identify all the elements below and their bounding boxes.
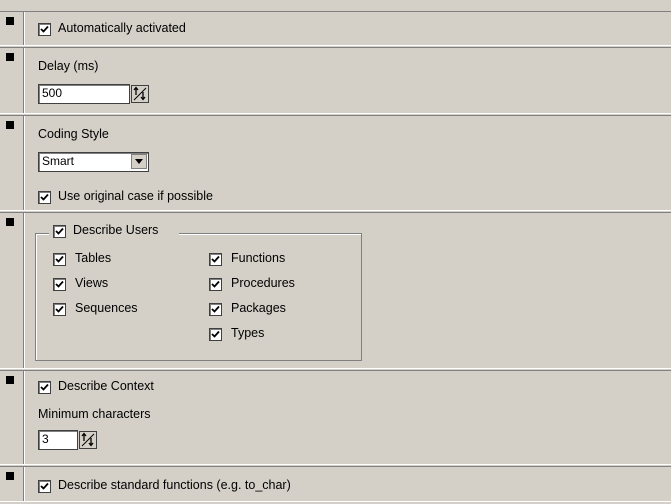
auto-activated-checkbox[interactable] [38, 23, 51, 36]
views-label[interactable]: Views [75, 276, 108, 291]
tables-checkbox[interactable] [53, 253, 66, 266]
min-chars-input[interactable]: 3 [38, 430, 78, 450]
views-checkbox[interactable] [53, 278, 66, 291]
delay-input[interactable]: 500 [38, 84, 130, 104]
procedures-checkbox[interactable] [209, 278, 222, 291]
types-checkbox[interactable] [209, 328, 222, 341]
functions-checkbox[interactable] [209, 253, 222, 266]
spin-arrows-icon [133, 86, 147, 101]
describe-context-checkbox[interactable] [38, 381, 51, 394]
min-chars-spin-button[interactable] [79, 431, 97, 449]
use-original-case-label[interactable]: Use original case if possible [58, 189, 213, 204]
section-auto-activated: Automatically activated [0, 11, 671, 46]
preferences-panel: Automatically activated Delay (ms) 500 C… [0, 0, 671, 504]
section-describe-context: Describe Context Minimum characters 3 [0, 370, 671, 465]
section-marker [6, 121, 14, 129]
describe-users-label[interactable]: Describe Users [73, 223, 158, 238]
section-marker [6, 376, 14, 384]
auto-activated-label[interactable]: Automatically activated [58, 21, 186, 36]
section-marker [6, 218, 14, 226]
chevron-down-icon [135, 159, 143, 164]
section-describe-users: Describe Users Tables Views Sequences Fu… [0, 212, 671, 369]
section-describe-std-functions: Describe standard functions (e.g. to_cha… [0, 466, 671, 502]
tables-label[interactable]: Tables [75, 251, 111, 266]
functions-label[interactable]: Functions [231, 251, 285, 266]
section-marker [6, 17, 14, 25]
coding-style-select[interactable]: Smart [38, 152, 149, 172]
use-original-case-checkbox[interactable] [38, 191, 51, 204]
delay-spin-button[interactable] [131, 85, 149, 103]
describe-std-functions-checkbox[interactable] [38, 480, 51, 493]
describe-context-label[interactable]: Describe Context [58, 379, 154, 394]
packages-checkbox[interactable] [209, 303, 222, 316]
delay-label: Delay (ms) [38, 59, 99, 73]
sequences-label[interactable]: Sequences [75, 301, 138, 316]
coding-style-label: Coding Style [38, 127, 109, 141]
section-coding-style: Coding Style Smart Use original case if … [0, 115, 671, 211]
procedures-label[interactable]: Procedures [231, 276, 295, 291]
min-chars-label: Minimum characters [38, 407, 151, 421]
coding-style-selected-value: Smart [42, 154, 75, 168]
section-marker [6, 53, 14, 61]
section-delay: Delay (ms) 500 [0, 47, 671, 114]
section-marker [6, 472, 14, 480]
spin-arrows-icon [81, 432, 95, 447]
describe-users-checkbox[interactable] [53, 225, 66, 238]
types-label[interactable]: Types [231, 326, 264, 341]
dropdown-button[interactable] [131, 154, 147, 169]
describe-std-functions-label[interactable]: Describe standard functions (e.g. to_cha… [58, 478, 291, 493]
sequences-checkbox[interactable] [53, 303, 66, 316]
packages-label[interactable]: Packages [231, 301, 286, 316]
